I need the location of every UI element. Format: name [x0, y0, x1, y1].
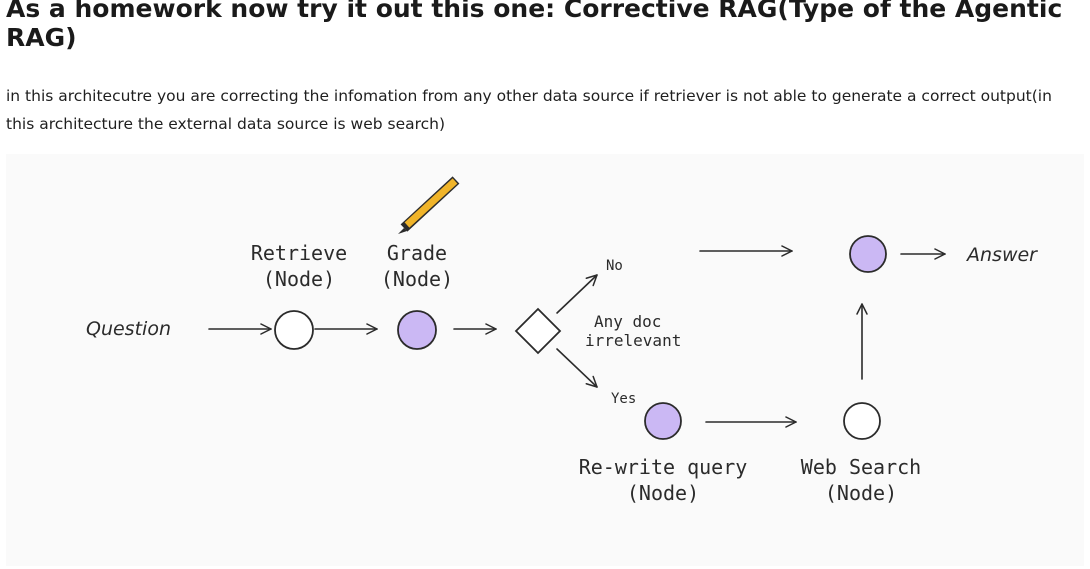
- yes-branch-arrow: [556, 348, 598, 388]
- decision-label-line1: Any doc: [594, 312, 661, 331]
- grade-label: Grade: [387, 241, 447, 265]
- description-text: in this architecutre you are correcting …: [6, 87, 1052, 133]
- rewrite-query-node: [644, 402, 682, 440]
- pencil-icon: [398, 176, 460, 234]
- page-title: As a homework now try it out this one: C…: [6, 0, 1063, 52]
- no-branch-arrow: [556, 274, 598, 314]
- diagram-canvas: Retrieve (Node) Grade (Node) Question An…: [86, 176, 1038, 505]
- web-search-sublabel: (Node): [825, 481, 897, 505]
- corrective-rag-diagram: Retrieve (Node) Grade (Node) Question An…: [6, 154, 1084, 566]
- no-label: No: [606, 258, 623, 274]
- answer-label: Answer: [965, 244, 1038, 266]
- rewrite-query-label: Re-write query: [579, 455, 748, 479]
- decision-label-line2: irrelevant: [585, 331, 681, 350]
- grade-node: [397, 310, 437, 350]
- retrieve-label: Retrieve: [251, 241, 347, 265]
- decision-diamond: [514, 307, 562, 355]
- generate-node: [849, 235, 887, 273]
- web-search-label: Web Search: [801, 455, 921, 479]
- rewrite-query-sublabel: (Node): [627, 481, 699, 505]
- question-label: Question: [86, 318, 171, 340]
- yes-label: Yes: [611, 391, 636, 407]
- retrieve-node: [274, 310, 314, 350]
- web-search-node: [843, 402, 881, 440]
- retrieve-sublabel: (Node): [263, 267, 335, 291]
- grade-sublabel: (Node): [381, 267, 453, 291]
